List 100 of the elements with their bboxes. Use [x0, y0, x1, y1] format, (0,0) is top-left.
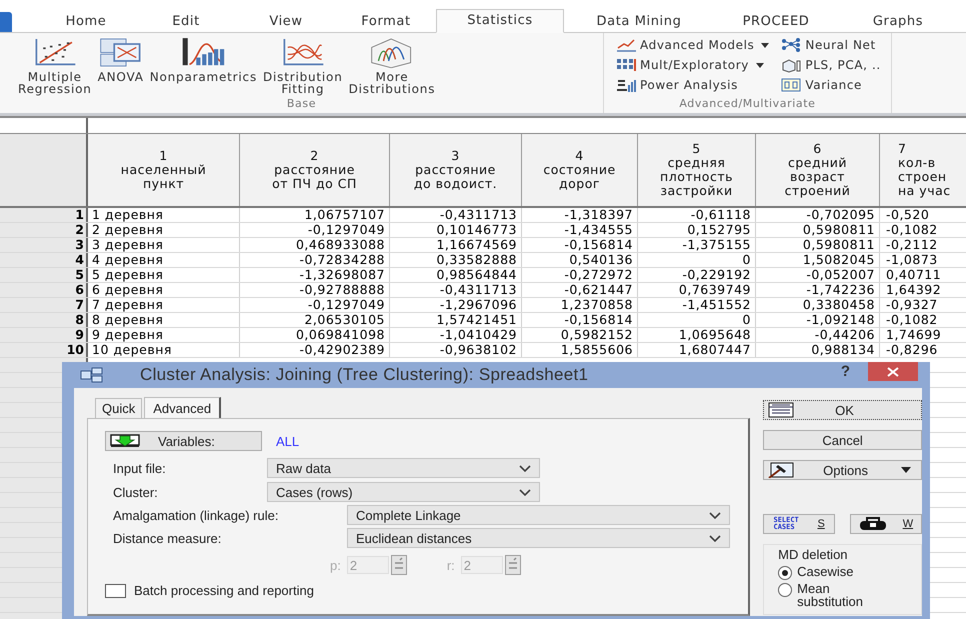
field-label: Distance measure: [112, 530, 222, 546]
table-cell: -1,0410429 [390, 328, 522, 342]
row-header[interactable]: 6 [0, 283, 88, 297]
button[interactable]: Options [763, 460, 922, 480]
row-header[interactable]: 4 [0, 253, 88, 267]
caret-icon [901, 467, 911, 473]
table-cell: 2,06530105 [240, 313, 390, 327]
table-cell: 10 деревня [88, 343, 240, 357]
row-header[interactable]: 3 [0, 238, 88, 252]
ribbon-button[interactable]: Nonparametrics [150, 37, 257, 99]
param-label: p: [330, 558, 341, 572]
tree-icon [80, 367, 104, 383]
variables-button[interactable]: Variables: [105, 431, 262, 451]
group-label: Advanced/Multivariate [678, 97, 816, 112]
ribbon-button[interactable]: Neural Net [781, 35, 881, 55]
column-name: состояние дорог [543, 163, 616, 191]
table-cell: -0,72834288 [240, 253, 390, 267]
ribbon-tab[interactable]: Format [336, 11, 436, 32]
radio-button[interactable] [778, 583, 792, 597]
ribbon-button[interactable]: Power Analysis [616, 75, 770, 95]
column-number: 3 [451, 149, 460, 163]
table-cell: -1,2967096 [390, 298, 522, 312]
bar-curve-icon [181, 37, 226, 68]
ribbon-button[interactable]: Advanced Models [616, 35, 770, 55]
column-header[interactable]: 4 состояние дорог [522, 134, 638, 206]
table-cell: -0,156814 [522, 313, 638, 327]
ribbon-tab[interactable]: Edit [136, 11, 236, 32]
row-header[interactable]: 5 [0, 268, 88, 282]
help-button[interactable]: ? [840, 362, 850, 380]
table-cell: 0,10146773 [390, 223, 522, 237]
table-cell-text: -1,0873 [885, 253, 939, 267]
ribbon-tab[interactable]: View [236, 11, 336, 32]
column-header[interactable]: 3 расстояние до водоист. [390, 134, 522, 206]
ribbon-button[interactable]: Multiple Regression [18, 37, 92, 99]
table-cell: 6 деревня [88, 283, 240, 297]
table-cell: 1 деревня [88, 208, 240, 222]
table-cell: -0,4311713 [390, 283, 522, 297]
row-header[interactable]: 2 [0, 223, 88, 237]
dropdown[interactable]: Cases (rows) [267, 482, 540, 502]
curves-cube-icon [370, 37, 414, 68]
weight-button[interactable]: W [850, 514, 922, 534]
column-header[interactable]: 7 кол-в строен на учас [880, 134, 966, 206]
column-header[interactable]: 5 средняя плотность застройки [638, 134, 756, 206]
radio-button[interactable] [778, 566, 792, 580]
ribbon-button[interactable]: More Distributions [348, 37, 436, 99]
ribbon-button[interactable]: Variance [781, 75, 881, 95]
ribbon-tab[interactable]: Statistics [436, 9, 564, 33]
table-cell: 1,5082045 [756, 253, 880, 267]
button[interactable]: Cancel [763, 430, 922, 450]
table-cell: -0,229192 [638, 268, 756, 282]
checkbox[interactable] [105, 584, 126, 598]
button[interactable]: OK [763, 400, 922, 420]
row-header[interactable]: 8 [0, 313, 88, 327]
ribbon-tab[interactable]: Home [36, 11, 136, 32]
table-icon [768, 402, 794, 418]
column-name: расстояние до водоист. [414, 163, 498, 191]
ribbon-button[interactable]: Mult/Exploratory [616, 55, 770, 75]
spin-button[interactable] [390, 555, 407, 575]
column-header[interactable]: 2 расстояние от ПЧ до СП [240, 134, 390, 206]
table-cell: -0,702095 [756, 208, 880, 222]
dropdown[interactable]: Euclidean distances [347, 528, 730, 548]
column-number: 2 [310, 149, 319, 163]
column-number: 6 [813, 142, 822, 156]
spin-button[interactable] [504, 555, 521, 575]
table-cell-text: -0,9327 [885, 298, 939, 312]
column-number: 5 [692, 142, 701, 156]
table-cell: 4 деревня [88, 253, 240, 267]
table-cell: -0,1297049 [240, 223, 390, 237]
row-header[interactable]: 1 [0, 208, 88, 222]
dropdown[interactable]: Raw data [267, 458, 540, 478]
table-cell: 0 [638, 253, 756, 267]
table-cell: 0,5980811 [756, 238, 880, 252]
row-header[interactable]: 10 [0, 343, 88, 357]
crossed-lines-icon [98, 37, 143, 68]
column-name: средний возраст строений [784, 156, 850, 198]
tab[interactable]: Advanced [144, 397, 222, 418]
row-header[interactable]: 9 [0, 328, 88, 342]
scatter-plot-icon [32, 37, 77, 68]
ribbon-tab[interactable]: PROCEED [714, 11, 838, 32]
table-cell: -0,272972 [522, 268, 638, 282]
column-header[interactable]: 1 населенный пункт [88, 134, 240, 206]
ribbon-button[interactable]: ANOVA [98, 37, 144, 99]
table-cell: -1,451552 [638, 298, 756, 312]
column-header[interactable]: 6 средний возраст строений [756, 134, 880, 206]
ribbon-button[interactable]: Distribution Fitting [263, 37, 343, 99]
chevron-icon [519, 464, 531, 472]
row-header[interactable]: 7 [0, 298, 88, 312]
table-cell-text: -0,8296 [885, 343, 939, 357]
ribbon-tab[interactable]: Graphs [838, 11, 958, 32]
table-cell: 2 деревня [88, 223, 240, 237]
ribbon-button[interactable]: PLS, PCA, .. [781, 55, 881, 75]
table-cell: -1,32698087 [240, 268, 390, 282]
table-cell: -1,375155 [638, 238, 756, 252]
tab[interactable]: Quick [95, 398, 142, 418]
dropdown[interactable]: Complete Linkage [347, 505, 730, 525]
checkbox-label: Batch processing and reporting [134, 583, 314, 598]
table-cell: 1,06757107 [240, 208, 390, 222]
close-button[interactable] [868, 362, 918, 381]
panels-icon [781, 77, 802, 93]
ribbon-tab[interactable]: Data Mining [564, 11, 714, 32]
